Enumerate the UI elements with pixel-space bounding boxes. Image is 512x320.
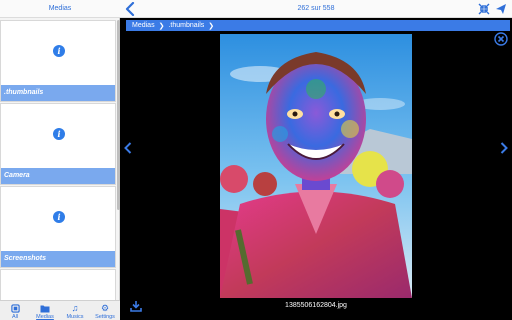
folder-tile-screenshots[interactable]: i Screenshots xyxy=(0,186,116,268)
next-image-icon[interactable] xyxy=(500,142,508,154)
folder-label: Camera xyxy=(1,168,115,184)
viewer-top-bar: 262 sur 558 xyxy=(120,0,512,18)
folder-tile-camera[interactable]: i Camera xyxy=(0,103,116,185)
info-icon[interactable]: i xyxy=(53,45,65,57)
bottom-tab-bar: All Medias ♫ Musics ⚙ Settings xyxy=(0,300,120,320)
send-icon[interactable] xyxy=(495,3,507,15)
folder-icon xyxy=(40,303,50,313)
music-icon: ♫ xyxy=(71,303,79,313)
tab-settings[interactable]: ⚙ Settings xyxy=(90,301,120,320)
folder-tile-thumbnails[interactable]: i .thumbnails xyxy=(0,20,116,102)
collapse-fullscreen-icon[interactable] xyxy=(478,3,490,15)
sidebar: Medias i .thumbnails i Camera i Screensh… xyxy=(0,0,120,320)
media-viewer: 262 sur 558 Medias ❯ .thumbnails ❯ 13855… xyxy=(120,0,512,320)
breadcrumb: Medias ❯ .thumbnails ❯ xyxy=(126,20,510,31)
tab-all[interactable]: All xyxy=(0,301,30,320)
sidebar-title: Medias xyxy=(0,0,120,18)
tab-label: Medias xyxy=(36,314,54,320)
app-window: Medias i .thumbnails i Camera i Screensh… xyxy=(0,0,512,320)
breadcrumb-item-medias[interactable]: Medias xyxy=(132,22,155,29)
folder-label: Screenshots xyxy=(1,251,115,267)
chevron-right-icon: ❯ xyxy=(158,22,165,30)
gear-icon: ⚙ xyxy=(100,303,110,313)
previous-image-icon[interactable] xyxy=(124,142,132,154)
image-counter: 262 sur 558 xyxy=(297,5,335,12)
folder-label: .thumbnails xyxy=(1,85,115,101)
info-icon[interactable]: i xyxy=(53,128,65,140)
tab-label: All xyxy=(11,314,19,320)
close-icon[interactable] xyxy=(494,32,508,46)
chevron-right-icon: ❯ xyxy=(208,22,215,30)
all-icon xyxy=(10,303,20,313)
download-icon[interactable] xyxy=(130,300,142,312)
tab-medias[interactable]: Medias xyxy=(30,301,60,320)
tab-musics[interactable]: ♫ Musics xyxy=(60,301,90,320)
photo[interactable] xyxy=(220,34,412,298)
tab-label: Settings xyxy=(95,314,115,320)
image-filename: 1385506162804.jpg xyxy=(285,302,347,309)
info-icon[interactable]: i xyxy=(53,211,65,223)
tab-label: Musics xyxy=(66,314,84,320)
breadcrumb-item-thumbnails[interactable]: .thumbnails xyxy=(168,22,204,29)
